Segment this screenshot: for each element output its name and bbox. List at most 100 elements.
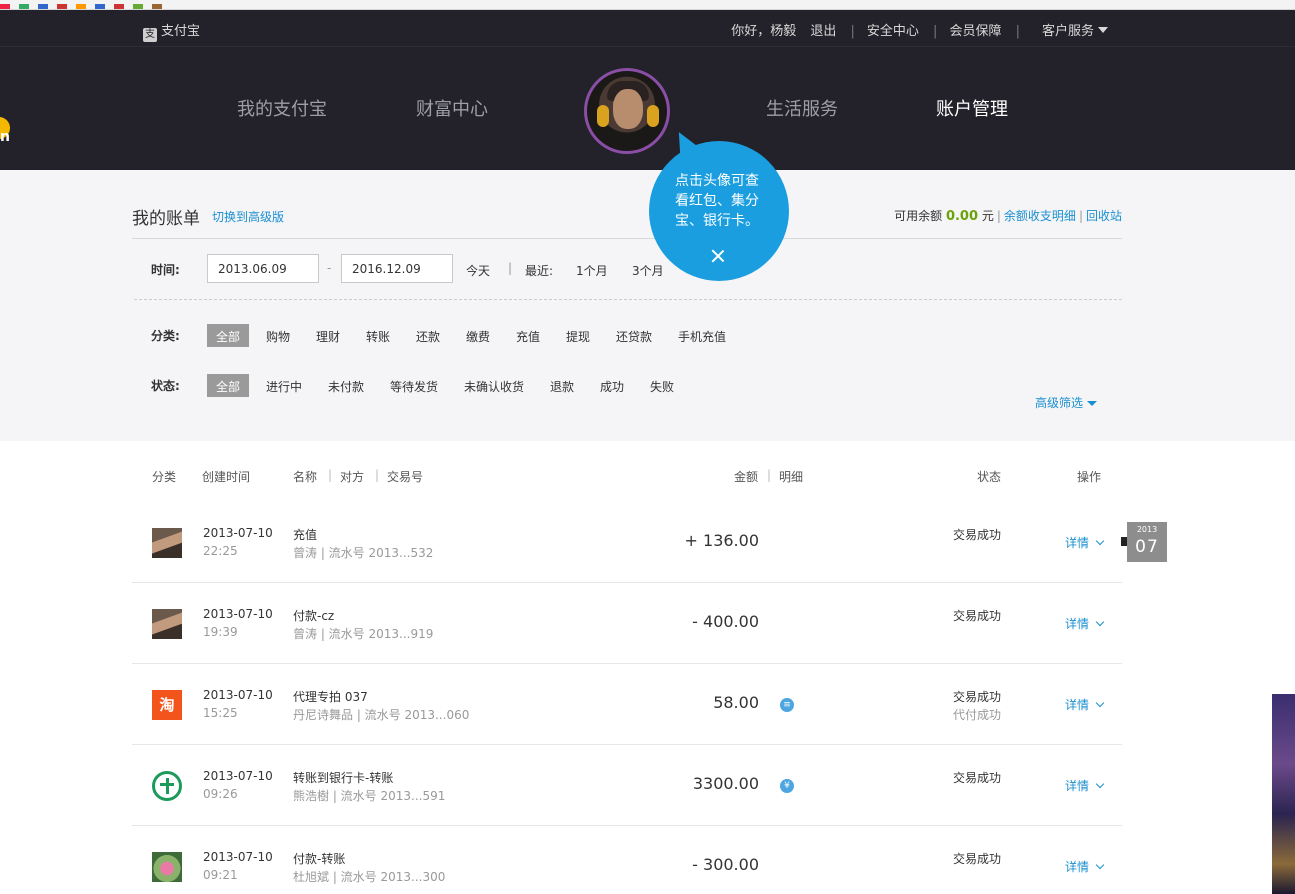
row-amount: - 400.00 xyxy=(692,612,759,631)
logout-link[interactable]: 退出 xyxy=(810,24,836,39)
detail-button[interactable]: 详情 xyxy=(1065,534,1105,551)
recent-1-month-option[interactable]: 1个月 xyxy=(576,262,608,279)
filter-panel: 我的账单 切换到高级版 可用余额 0.00 元 | 余额收支明细 | 回收站 时间: 2… xyxy=(0,170,1295,441)
status-refund[interactable]: 退款 xyxy=(550,378,574,395)
recent-3-months-option[interactable]: 3个月 xyxy=(632,262,664,279)
row-sub: 丹尼诗舞品 | 流水号 2013...060 xyxy=(293,708,470,722)
row-date: 2013-07-10 xyxy=(203,850,273,864)
chevron-down-icon xyxy=(1095,698,1105,708)
bubble-line-3: 宝、银行卡。 xyxy=(675,213,759,229)
category-shopping[interactable]: 购物 xyxy=(266,328,290,345)
detail-button[interactable]: 详情 xyxy=(1065,696,1105,713)
category-loan-repayment[interactable]: 还贷款 xyxy=(616,328,652,345)
status-in-progress[interactable]: 进行中 xyxy=(266,378,302,395)
row-sub: 熊浩樹 | 流水号 2013...591 xyxy=(293,789,446,803)
membership-link[interactable]: 会员保障 xyxy=(949,24,1001,39)
divider: | xyxy=(1078,209,1083,223)
row-amount: - 300.00 xyxy=(692,855,759,874)
status-awaiting-shipment[interactable]: 等待发货 xyxy=(390,378,438,395)
close-icon[interactable] xyxy=(711,249,725,263)
month-marker-year: 2013 xyxy=(1136,525,1158,534)
nav-my-alipay[interactable]: 我的支付宝 xyxy=(237,95,327,121)
date-from-input[interactable]: 2013.06.09 xyxy=(207,254,319,283)
detail-button[interactable]: 详情 xyxy=(1065,615,1105,632)
nav-wealth-center[interactable]: 财富中心 xyxy=(416,95,488,121)
status-all[interactable]: 全部 xyxy=(207,374,250,397)
page-title: 我的账单 xyxy=(132,209,200,229)
col-name: 名称 xyxy=(293,470,318,484)
row-name[interactable]: 代理专拍 037 xyxy=(293,688,368,705)
recycle-bin-link[interactable]: 回收站 xyxy=(1086,209,1122,223)
row-status: 交易成功 xyxy=(952,609,1001,623)
row-time: 09:21 xyxy=(203,868,238,882)
user-avatar[interactable] xyxy=(584,68,670,154)
headphone-icon xyxy=(597,105,609,127)
detail-label: 详情 xyxy=(1065,698,1090,712)
status-unconfirmed-receipt[interactable]: 未确认收货 xyxy=(464,378,524,395)
detail-label: 详情 xyxy=(1065,860,1090,874)
category-topup[interactable]: 充值 xyxy=(516,328,540,345)
dashed-divider xyxy=(134,299,1122,300)
row-date: 2013-07-10 xyxy=(203,688,273,702)
divider: | xyxy=(767,468,772,482)
row-name[interactable]: 转账到银行卡-转账 xyxy=(293,769,393,786)
col-amount: 金额 xyxy=(734,470,759,484)
balance-label: 可用余额 xyxy=(894,209,943,223)
status-failed[interactable]: 失败 xyxy=(650,378,674,395)
detail-button[interactable]: 详情 xyxy=(1065,777,1105,794)
category-transfer[interactable]: 转账 xyxy=(366,328,390,345)
row-name[interactable]: 付款-cz xyxy=(293,607,334,624)
category-mobile-topup[interactable]: 手机充值 xyxy=(678,328,726,345)
row-name[interactable]: 充值 xyxy=(293,526,317,543)
nav-account-management[interactable]: 账户管理 xyxy=(936,95,1008,121)
category-repayment[interactable]: 还款 xyxy=(416,328,440,345)
divider: | xyxy=(375,468,380,482)
bubble-line-2: 看红包、集分 xyxy=(675,193,759,209)
row-amount: 3300.00 xyxy=(692,774,759,793)
row-date: 2013-07-10 xyxy=(203,526,273,540)
nav-life-services[interactable]: 生活服务 xyxy=(766,95,838,121)
balance-detail-link[interactable]: 余额收支明细 xyxy=(1004,209,1076,223)
security-center-link[interactable]: 安全中心 xyxy=(867,24,919,39)
col-created: 创建时间 xyxy=(202,470,251,484)
status-success[interactable]: 成功 xyxy=(600,378,624,395)
category-bills[interactable]: 缴费 xyxy=(466,328,490,345)
brand-label: 支付宝 xyxy=(161,24,201,39)
customer-service-label: 客户服务 xyxy=(1041,24,1094,39)
advanced-filter-toggle[interactable]: 高级筛选 xyxy=(1035,394,1098,411)
col-trade-no: 交易号 xyxy=(387,470,424,484)
today-option[interactable]: 今天 xyxy=(466,262,490,279)
alipay-brand[interactable]: 支支付宝 xyxy=(143,20,200,42)
category-withdraw[interactable]: 提现 xyxy=(566,328,590,345)
divider: | xyxy=(996,209,1001,223)
switch-advanced-link[interactable]: 切换到高级版 xyxy=(212,208,284,225)
date-to-input[interactable]: 2016.12.09 xyxy=(341,254,453,283)
title-divider xyxy=(132,238,1122,239)
category-all[interactable]: 全部 xyxy=(207,324,250,347)
row-time: 19:39 xyxy=(203,625,238,639)
table-row: 淘 2013-07-10 15:25 代理专拍 037 丹尼诗舞品 | 流水号 … xyxy=(132,664,1122,745)
lotus-avatar-icon xyxy=(152,852,182,882)
month-marker-month: 07 xyxy=(1135,537,1159,557)
yuan-detail-icon[interactable]: ¥ xyxy=(780,779,794,793)
customer-service-menu[interactable]: 客户服务 xyxy=(1032,24,1108,39)
divider: | xyxy=(933,24,938,39)
chevron-down-icon xyxy=(1095,860,1105,870)
detail-label: 详情 xyxy=(1065,617,1090,631)
list-detail-icon[interactable]: ≡ xyxy=(780,698,794,712)
category-label: 分类: xyxy=(151,329,180,343)
detail-button[interactable]: 详情 xyxy=(1065,858,1105,875)
taobao-icon: 淘 xyxy=(152,690,182,720)
table-row: 2013-07-10 09:26 转账到银行卡-转账 熊浩樹 | 流水号 201… xyxy=(132,745,1122,826)
row-name[interactable]: 付款-转账 xyxy=(293,850,345,867)
table-row: 2013-07-10 19:39 付款-cz 曾涛 | 流水号 2013...9… xyxy=(132,583,1122,664)
greeting: 你好，杨毅 xyxy=(731,24,797,39)
status-unpaid[interactable]: 未付款 xyxy=(328,378,364,395)
chevron-down-icon xyxy=(1095,779,1105,789)
category-finance[interactable]: 理财 xyxy=(316,328,340,345)
chevron-down-icon xyxy=(1095,617,1105,627)
side-ad-image[interactable] xyxy=(1272,694,1295,894)
bookmarks-bar xyxy=(0,0,1295,10)
row-status: 交易成功 xyxy=(952,852,1001,866)
month-marker: 2013 07 xyxy=(1127,522,1167,562)
